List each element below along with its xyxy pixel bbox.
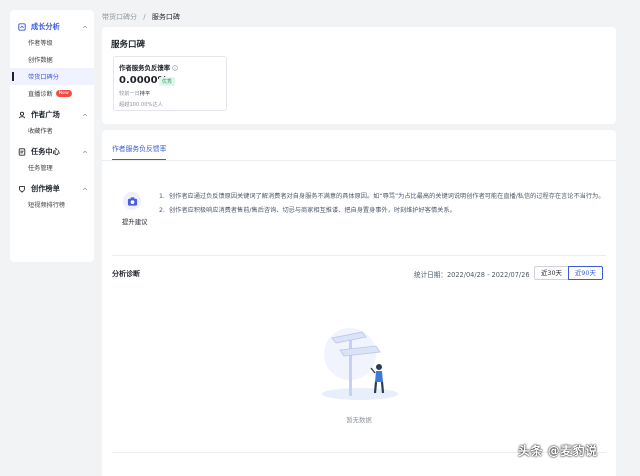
sidebar: 成长分析 作者等级 创作数据 带货口碑分 直播诊断 New 作者广场 收藏作者 [10, 10, 94, 262]
sidebar-group-header-task-center[interactable]: 任务中心 [10, 145, 94, 159]
period-toggle: 近30天 近90天 [534, 266, 603, 280]
sidebar-item-favorite-authors[interactable]: 收藏作者 [10, 122, 94, 139]
sidebar-item-live-diagnosis[interactable]: 直播诊断 New [10, 85, 94, 102]
stat-date: 统计日期：2022/04/28 - 2022/07/26 [414, 271, 530, 279]
negative-feedback-detail-card: 作者服务负反馈率 提升建议 1. 创作者应通过负反馈原因关键词了解消费者对自身服… [102, 130, 616, 476]
status-badge: 优秀 [159, 77, 176, 86]
chevron-up-icon [82, 150, 88, 154]
metric-title: 作者服务负反馈率 [119, 63, 178, 72]
last-30-days-button[interactable]: 近30天 [534, 266, 569, 280]
empty-state-text: 暂无数据 [346, 416, 372, 424]
sidebar-group-author-square: 作者广场 收藏作者 [10, 108, 94, 139]
breadcrumb-current: 服务口碑 [151, 13, 180, 21]
divider [112, 255, 606, 256]
empty-state-illustration [322, 328, 398, 400]
chevron-up-icon [82, 25, 88, 29]
analysis-title: 分析诊断 [112, 270, 140, 278]
advice-list: 1. 创作者应通过负反馈原因关键词了解消费者对自身服务不满意的具体原因。如“辱骂… [159, 192, 605, 219]
tab-divider [102, 160, 616, 161]
sidebar-group-header-growth[interactable]: 成长分析 [10, 20, 94, 34]
sidebar-item-task-management[interactable]: 任务管理 [10, 159, 94, 176]
sidebar-group-growth: 成长分析 作者等级 创作数据 带货口碑分 直播诊断 New [10, 20, 94, 102]
sidebar-group-label: 作者广场 [31, 110, 60, 119]
ranking-icon [19, 186, 25, 193]
growth-icon [18, 23, 26, 31]
sidebar-group-label: 任务中心 [31, 147, 60, 156]
chevron-up-icon [82, 187, 88, 191]
info-icon[interactable] [172, 64, 178, 71]
sidebar-group-task-center: 任务中心 任务管理 [10, 145, 94, 176]
list-item: 2. 创作者应积极响应消费者售前/售后咨询、切忌与商家相互推诿、把自身置身事外，… [159, 206, 456, 214]
negative-feedback-metric-card: 作者服务负反馈率 0.0000% 优秀 较前一日持平 超越100.00%达人 [113, 56, 227, 111]
sidebar-group-label: 成长分析 [31, 22, 60, 31]
last-90-days-button[interactable]: 近90天 [567, 266, 603, 280]
chevron-up-icon [82, 113, 88, 117]
sidebar-group-label: 创作榜单 [31, 184, 60, 193]
advice-icon-wrap [123, 192, 141, 210]
list-item: 1. 创作者应通过负反馈原因关键词了解消费者对自身服务不满意的具体原因。如“辱骂… [159, 193, 605, 200]
camera-icon [127, 196, 137, 206]
metric-compare: 较前一日持平 [119, 91, 151, 97]
metric-beat-text: 超越100.00%达人 [119, 102, 163, 108]
watermark: 头条 @麦豹说 [518, 444, 598, 458]
sidebar-item-reputation-score[interactable]: 带货口碑分 [10, 68, 94, 85]
sidebar-group-header-author-square[interactable]: 作者广场 [10, 108, 94, 122]
breadcrumb-parent-link[interactable]: 带货口碑分 [102, 13, 137, 21]
sidebar-item-author-level[interactable]: 作者等级 [10, 34, 94, 51]
user-icon [18, 111, 26, 119]
breadcrumb-separator: / [143, 13, 146, 21]
breadcrumb: 带货口碑分 / 服务口碑 [102, 12, 180, 22]
page-title: 服务口碑 [111, 40, 146, 50]
tab-negative-feedback-rate[interactable]: 作者服务负反馈率 [112, 143, 167, 161]
sidebar-group-ranking: 创作榜单 短视频排行榜 [10, 182, 94, 213]
sidebar-group-header-ranking[interactable]: 创作榜单 [10, 182, 94, 196]
sidebar-item-short-video-ranking[interactable]: 短视频排行榜 [10, 196, 94, 213]
sidebar-item-creation-data[interactable]: 创作数据 [10, 51, 94, 68]
advice-label: 提升建议 [122, 218, 148, 226]
new-badge: New [55, 90, 72, 97]
task-icon [18, 148, 26, 156]
